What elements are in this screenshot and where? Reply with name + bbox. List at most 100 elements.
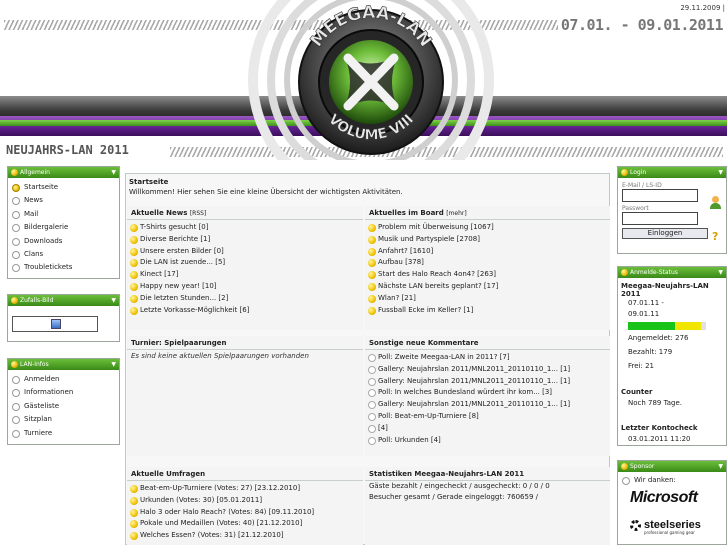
- nav-mail[interactable]: Mail: [8, 208, 119, 221]
- email-field[interactable]: [622, 189, 698, 202]
- bullet-icon: [368, 224, 376, 232]
- nav-label: Gästeliste: [24, 401, 59, 410]
- board-item[interactable]: Musik und Partyspiele [2708]: [365, 234, 610, 246]
- menu-lan-infos-header[interactable]: LAN-Infos ▼: [8, 359, 119, 370]
- register-user-icon[interactable]: [710, 196, 722, 209]
- board-item[interactable]: Anfahrt? [1610]: [365, 246, 610, 258]
- bullet-icon: [130, 271, 138, 280]
- radio-icon: [12, 224, 20, 233]
- news-item[interactable]: Unsere ersten Bilder [0]: [127, 246, 363, 258]
- nav-bildergalerie[interactable]: Bildergalerie: [8, 221, 119, 234]
- collapse-arrow-icon[interactable]: ▼: [718, 461, 723, 472]
- zufalls-bild-header[interactable]: Zufalls-Bild ▼: [8, 295, 119, 306]
- kontocheck-title: Letzter Kontocheck: [621, 424, 698, 432]
- nav-startseite[interactable]: Startseite: [8, 181, 119, 194]
- turnier-empty-text: Es sind keine aktuellen Spielpaarungen v…: [131, 352, 309, 360]
- board-item-label: Problem mit Überweisung [1067]: [378, 223, 494, 231]
- meegaa-lan-logo[interactable]: MEEGAA-LAN VOLUME VIII: [236, 0, 506, 160]
- sponsor-header[interactable]: Sponsor ▼: [618, 461, 726, 472]
- nav-label: Clans: [24, 249, 44, 258]
- progress-paid: [628, 322, 676, 330]
- board-item[interactable]: Aufbau [378]: [365, 257, 610, 269]
- collapse-arrow-icon[interactable]: ▼: [111, 295, 116, 306]
- collapse-arrow-icon[interactable]: ▼: [718, 267, 723, 278]
- password-field[interactable]: [622, 212, 698, 225]
- poll-item[interactable]: Pokale und Medaillen (Votes: 40) [21.12.…: [127, 518, 363, 530]
- bullet-icon: [130, 224, 138, 232]
- news-title: Aktuelle News: [131, 209, 188, 217]
- board-item[interactable]: Nächste LAN bereits geplant? [17]: [365, 281, 610, 293]
- poll-item[interactable]: Beat-em-Up-Turniere (Votes: 27) [23.12.2…: [127, 483, 363, 495]
- nav-gaesteliste[interactable]: Gästeliste: [8, 400, 119, 413]
- nav-sitzplan[interactable]: Sitzplan: [8, 413, 119, 426]
- collapse-arrow-icon[interactable]: ▼: [111, 167, 116, 178]
- zufalls-bild-title: Zufalls-Bild: [20, 297, 54, 304]
- board-title: Aktuelles im Board: [369, 209, 444, 217]
- login-button[interactable]: Einloggen: [622, 228, 708, 239]
- nav-clans[interactable]: Clans: [8, 248, 119, 261]
- help-icon[interactable]: ?: [712, 230, 718, 243]
- comment-item[interactable]: Poll: In welches Bundesland würdert ihr …: [365, 387, 610, 399]
- poll-item-label: Halo 3 oder Halo Reach? (Votes: 84) [09.…: [140, 507, 315, 516]
- board-more-link[interactable]: [mehr]: [446, 210, 467, 217]
- poll-item[interactable]: Welches Essen? (Votes: 31) [21.12.2010]: [127, 530, 363, 542]
- board-item-label: Aufbau [378]: [378, 258, 424, 267]
- bullet-icon: [11, 169, 18, 176]
- random-image-frame[interactable]: [12, 316, 98, 332]
- nav-informationen[interactable]: Informationen: [8, 386, 119, 399]
- comment-item[interactable]: Gallery: Neujahrslan 2011/MNL2011_201101…: [365, 376, 610, 388]
- bullet-icon: [130, 532, 138, 541]
- nav-news[interactable]: News: [8, 194, 119, 207]
- steelseries-logo[interactable]: steelseries professional gaming gear: [618, 519, 726, 535]
- comment-item[interactable]: Gallery: Neujahrslan 2011/MNL2011_201101…: [365, 399, 610, 411]
- comment-item-label: Poll: In welches Bundesland würdert ihr …: [378, 388, 553, 397]
- nav-downloads[interactable]: Downloads: [8, 235, 119, 248]
- news-item[interactable]: Die letzten Stunden... [2]: [127, 293, 363, 305]
- news-item-label: Diverse Berichte [1]: [140, 234, 211, 243]
- comment-item[interactable]: Gallery: Neujahrslan 2011/MNL2011_201101…: [365, 364, 610, 376]
- collapse-arrow-icon[interactable]: ▼: [111, 359, 116, 370]
- collapse-arrow-icon[interactable]: ▼: [718, 167, 723, 178]
- news-item[interactable]: Die LAN ist zuende... [5]: [127, 257, 363, 269]
- nav-turniere[interactable]: Turniere: [8, 427, 119, 440]
- anmelde-status-header[interactable]: Anmelde-Status ▼: [618, 267, 726, 278]
- main-content: Startseite Willkommen! Hier sehen Sie ei…: [125, 173, 610, 545]
- news-item[interactable]: Letzte Vorkasse-Möglichkeit [6]: [127, 305, 363, 317]
- poll-item-label: Pokale und Medaillen (Votes: 40) [21.12.…: [140, 519, 303, 528]
- nav-anmelden[interactable]: Anmelden: [8, 373, 119, 386]
- login-title: Login: [630, 169, 647, 176]
- comment-item[interactable]: Poll: Beat-em-Up-Turniere [8]: [365, 411, 610, 423]
- poll-item[interactable]: Halo 3 oder Halo Reach? (Votes: 84) [09.…: [127, 507, 363, 519]
- news-item[interactable]: Happy new year! [10]: [127, 281, 363, 293]
- counter-value: Noch 789 Tage.: [628, 399, 682, 407]
- news-item[interactable]: Kinect [17]: [127, 269, 363, 281]
- board-item[interactable]: Problem mit Überweisung [1067]: [365, 222, 610, 234]
- nav-troubletickets[interactable]: Troubletickets: [8, 261, 119, 274]
- nav-label: Downloads: [24, 236, 63, 245]
- menu-allgemein: Allgemein ▼ Startseite News Mail Bilderg…: [7, 166, 120, 279]
- umfragen-header: Aktuelle Umfragen: [127, 467, 363, 481]
- login-header[interactable]: Login ▼: [618, 167, 726, 178]
- board-item[interactable]: Fussball Ecke im Keller? [1]: [365, 305, 610, 317]
- microsoft-logo[interactable]: Microsoft: [618, 489, 726, 507]
- menu-allgemein-title: Allgemein: [20, 169, 50, 176]
- news-item[interactable]: T-Shirts gesucht [0]: [127, 222, 363, 234]
- comment-item[interactable]: Poll: Zweite Meegaa-LAN in 2011? [7]: [365, 352, 610, 364]
- menu-allgemein-header[interactable]: Allgemein ▼: [8, 167, 119, 178]
- bullet-icon: [11, 297, 18, 304]
- comment-item[interactable]: Poll: Urkunden [4]: [365, 435, 610, 447]
- comment-item[interactable]: [4]: [365, 423, 610, 435]
- radio-icon: [368, 354, 376, 362]
- news-item-label: Letzte Vorkasse-Möglichkeit [6]: [140, 305, 250, 314]
- panel-kommentare: Sonstige neue Kommentare Poll: Zweite Me…: [365, 336, 610, 456]
- board-item[interactable]: Wlan? [21]: [365, 293, 610, 305]
- news-item[interactable]: Diverse Berichte [1]: [127, 234, 363, 246]
- box-sponsor: Sponsor ▼ Wir danken: Microsoft steelser…: [617, 460, 727, 545]
- nav-label: Mail: [24, 209, 39, 218]
- menu-lan-infos-title: LAN-Infos: [20, 361, 49, 368]
- rss-link[interactable]: [RSS]: [190, 210, 206, 217]
- nav-label: Startseite: [24, 183, 59, 191]
- board-item[interactable]: Start des Halo Reach 4on4? [263]: [365, 269, 610, 281]
- radio-icon: [12, 402, 20, 411]
- poll-item[interactable]: Urkunden (Votes: 30) [05.01.2011]: [127, 495, 363, 507]
